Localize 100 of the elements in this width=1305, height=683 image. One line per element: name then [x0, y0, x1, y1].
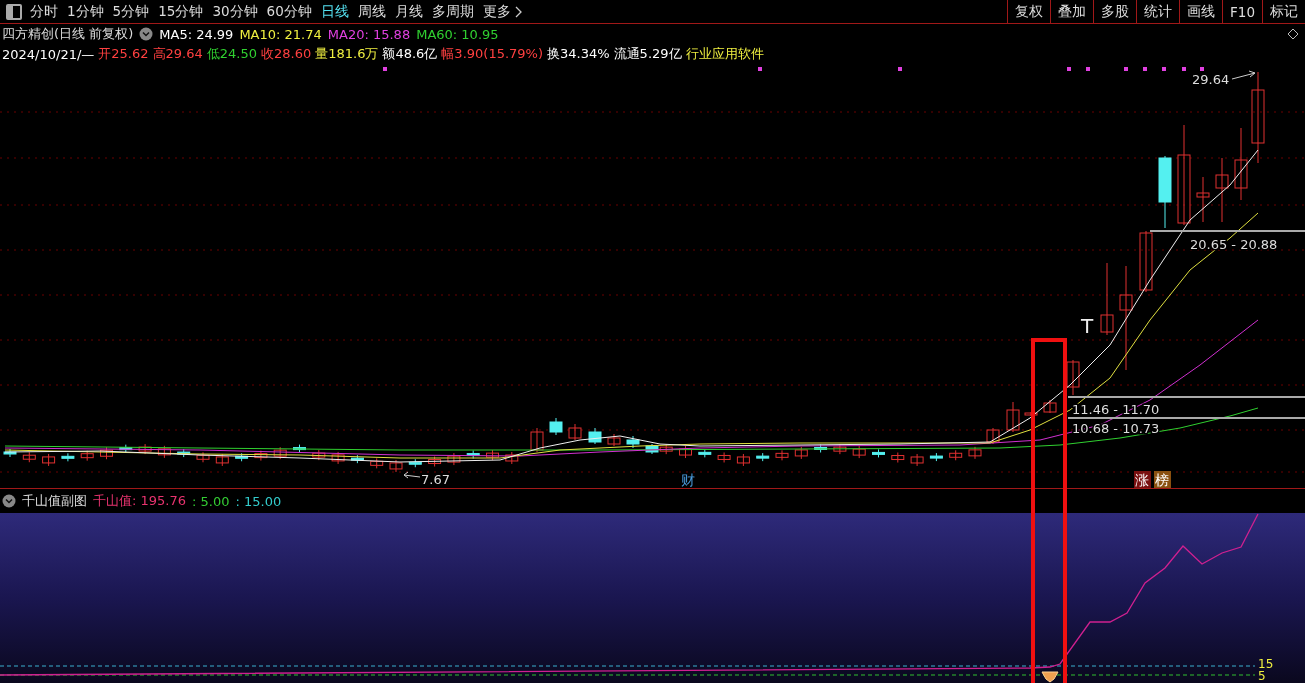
candlestick: [1006, 401, 1020, 433]
candlestick: [775, 449, 789, 461]
candlestick: [138, 443, 152, 455]
candlestick: [331, 451, 345, 465]
candlestick: [717, 451, 731, 463]
candlestick: [530, 427, 544, 453]
candlestick: [22, 451, 36, 463]
toolbar-button[interactable]: F10: [1222, 0, 1262, 23]
candlestick: [254, 450, 268, 462]
candlestick: [968, 446, 982, 460]
chart-title: 四方精创(日线 前复权): [2, 25, 134, 43]
indicator-value: : 15.00: [235, 493, 282, 509]
candlestick: [505, 451, 519, 465]
quote-value: 收28.60: [260, 45, 312, 63]
candlestick: [814, 444, 828, 453]
candlestick: [119, 444, 133, 454]
candlestick: [986, 427, 1000, 445]
candlestick: [659, 443, 673, 455]
ma-value: MA5: 24.99: [159, 26, 234, 42]
period-tab[interactable]: 多周期: [431, 2, 474, 21]
period-tab[interactable]: 分时: [30, 2, 58, 21]
indicator-value: : 5.00: [192, 493, 230, 509]
candlestick: [679, 445, 692, 459]
candlestick: [736, 453, 750, 467]
high-price-label: 29.64: [1192, 72, 1230, 87]
ma-value: MA20: 15.88: [327, 26, 411, 42]
candlestick: [80, 450, 94, 462]
panel-toggle-icon[interactable]: [6, 3, 22, 20]
candlestick: [293, 444, 306, 454]
candlestick: [1196, 176, 1210, 223]
candlestick: [447, 452, 461, 466]
candlestick: [794, 446, 808, 460]
candlestick: [1043, 399, 1057, 414]
candlestick: [273, 446, 287, 460]
event-marker[interactable]: 涨: [1134, 471, 1151, 488]
indicator-title: 千山值副图: [22, 492, 87, 510]
candlestick: [370, 457, 384, 469]
period-tab[interactable]: 日线: [320, 2, 349, 21]
quote-value: 流通5.29亿: [613, 45, 682, 63]
diamond-icon[interactable]: [1287, 28, 1299, 40]
candlestick: [196, 451, 210, 463]
candlestick: [466, 450, 480, 460]
candlestick: [42, 453, 56, 467]
toolbar-button[interactable]: 复权: [1007, 0, 1051, 23]
indicator-value: 千山值: 195.76: [93, 492, 186, 510]
arrow-icon: [1231, 70, 1256, 80]
candlestick: [428, 456, 442, 467]
quote-value: 行业应用软件: [685, 45, 764, 63]
quote-value: 幅3.90(15.79%): [441, 45, 544, 63]
period-tab[interactable]: 30分钟: [212, 2, 258, 21]
chevron-right-icon: [514, 5, 523, 18]
t-mark: T: [1081, 314, 1094, 338]
candlestick: [235, 452, 249, 462]
candlestick: [626, 435, 640, 449]
candlestick: [698, 448, 712, 458]
candlestick: [607, 433, 621, 447]
candlestick: [3, 448, 17, 458]
period-tab[interactable]: 周线: [357, 2, 386, 21]
gem-icon: [1041, 671, 1059, 683]
period-tab[interactable]: 1分钟: [67, 2, 104, 21]
quote-value: 额48.6亿: [382, 45, 438, 63]
event-marker[interactable]: 财: [681, 472, 695, 488]
period-tab[interactable]: 15分钟: [158, 2, 204, 21]
candlestick: [215, 453, 229, 467]
arrow-icon: [403, 471, 421, 479]
dropdown-icon[interactable]: [139, 27, 154, 41]
candlestick: [833, 443, 847, 455]
toolbar-button[interactable]: 多股: [1093, 0, 1137, 23]
toolbar-button[interactable]: 画线: [1179, 0, 1223, 23]
event-marker[interactable]: 榜: [1154, 471, 1171, 488]
ma-value: MA60: 10.95: [416, 26, 499, 42]
period-tab[interactable]: 5分钟: [112, 2, 150, 21]
dropdown-icon[interactable]: [2, 494, 16, 508]
low-price-label: 7.67: [421, 472, 450, 487]
quote-value: 高29.64: [152, 45, 203, 63]
candlestick: [568, 423, 582, 441]
candlestick: [61, 452, 75, 462]
candlestick: [389, 459, 403, 473]
quote-value: 量181.6万: [315, 45, 379, 63]
quote-value: 低24.50: [206, 45, 257, 63]
toolbar-button[interactable]: 叠加: [1050, 0, 1094, 23]
period-tab[interactable]: 60分钟: [266, 2, 312, 21]
level-label: 15: [1258, 657, 1274, 671]
candlestick: [891, 452, 905, 464]
quote-value: 2024/10/21/—: [2, 46, 95, 62]
candlestick: [949, 449, 963, 461]
toolbar-button[interactable]: 标记: [1262, 0, 1305, 23]
ma-value: MA10: 21.74: [239, 26, 322, 42]
candlestick: [1139, 230, 1153, 293]
candlestick: [588, 427, 602, 445]
level-label: 5: [1258, 669, 1266, 683]
candlestick: [645, 443, 659, 455]
candlestick: [549, 417, 563, 436]
quote-value: 换34.34%: [547, 45, 610, 63]
quote-value: 开25.62: [98, 45, 149, 63]
period-tab[interactable]: 月线: [394, 2, 423, 21]
candlestick: [157, 445, 171, 459]
candlestick: [177, 448, 191, 458]
toolbar-button[interactable]: 统计: [1136, 0, 1180, 23]
more-menu[interactable]: 更多: [482, 2, 523, 21]
